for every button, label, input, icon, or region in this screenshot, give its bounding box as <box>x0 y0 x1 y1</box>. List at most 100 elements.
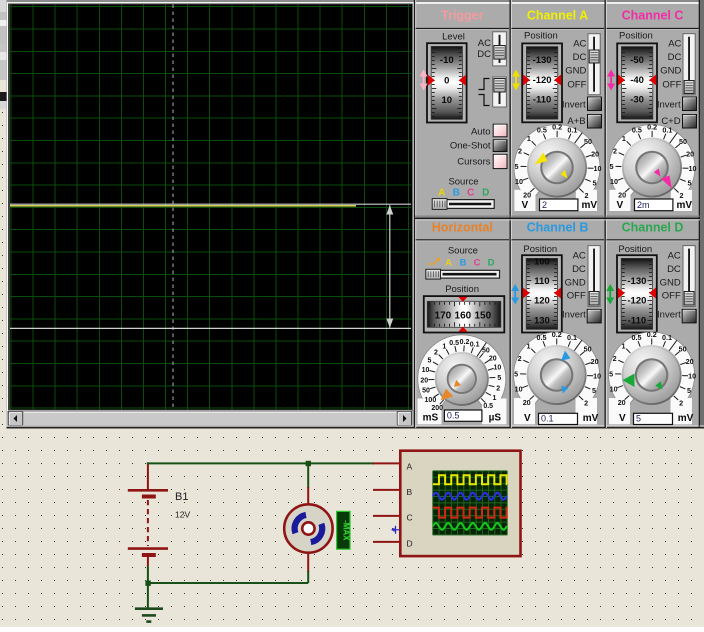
svg-text:10: 10 <box>688 371 696 380</box>
svg-text:200: 200 <box>431 405 443 412</box>
svg-text:0.1: 0.1 <box>470 341 480 348</box>
svg-text:AC: AC <box>668 251 681 262</box>
svg-text:1: 1 <box>622 134 626 143</box>
svg-text:µS: µS <box>489 412 502 423</box>
svg-text:mV: mV <box>583 413 599 424</box>
svg-text:V: V <box>524 413 531 424</box>
svg-text:1: 1 <box>442 343 446 350</box>
svg-text:0: 0 <box>444 76 449 87</box>
svg-text:20: 20 <box>618 398 626 407</box>
svg-text:Cursors: Cursors <box>457 157 491 168</box>
svg-text:2: 2 <box>518 354 522 363</box>
svg-text:20: 20 <box>591 149 599 158</box>
svg-text:GND: GND <box>660 277 681 288</box>
svg-text:50: 50 <box>422 388 430 395</box>
svg-text:2: 2 <box>542 200 547 210</box>
svg-text:10: 10 <box>442 95 453 106</box>
svg-text:5: 5 <box>609 369 613 378</box>
svg-text:AC: AC <box>478 38 491 49</box>
svg-text:Level: Level <box>442 32 465 43</box>
svg-text:2: 2 <box>584 191 588 200</box>
svg-text:One-Shot: One-Shot <box>450 141 491 152</box>
svg-text:10: 10 <box>610 177 618 186</box>
svg-text:B: B <box>407 487 413 497</box>
svg-text:170: 170 <box>435 310 452 321</box>
svg-text:Invert: Invert <box>562 310 586 321</box>
svg-text:12V: 12V <box>175 510 190 520</box>
svg-text:0.5: 0.5 <box>631 333 641 342</box>
svg-text:100: 100 <box>425 397 437 404</box>
svg-text:10: 10 <box>688 164 696 173</box>
svg-text:0.5: 0.5 <box>537 126 547 135</box>
svg-text:-120: -120 <box>627 296 646 307</box>
svg-text:130: 130 <box>534 316 550 327</box>
svg-text:5: 5 <box>497 375 501 382</box>
svg-text:10: 10 <box>593 164 601 173</box>
svg-text:-120: -120 <box>533 75 552 86</box>
svg-text:C: C <box>407 513 413 523</box>
svg-text:10: 10 <box>515 177 523 186</box>
svg-text:D: D <box>488 258 495 269</box>
svg-text:DC: DC <box>667 264 681 275</box>
svg-text:0.2: 0.2 <box>647 330 657 339</box>
svg-text:0.1: 0.1 <box>541 414 554 424</box>
svg-text:2: 2 <box>584 398 588 407</box>
svg-text:5: 5 <box>687 179 691 188</box>
svg-text:Invert: Invert <box>657 310 681 321</box>
svg-text:20: 20 <box>523 190 531 199</box>
svg-text:0.5: 0.5 <box>449 340 459 347</box>
svg-text:V: V <box>619 413 626 424</box>
svg-text:Position: Position <box>523 244 557 255</box>
svg-text:Position: Position <box>524 31 558 42</box>
svg-text:B: B <box>453 187 460 198</box>
svg-text:Source: Source <box>448 176 478 187</box>
svg-text:0.2: 0.2 <box>552 123 562 132</box>
svg-text:Channel A: Channel A <box>527 9 588 23</box>
svg-text:1: 1 <box>621 341 625 350</box>
svg-text:A: A <box>445 258 452 269</box>
svg-text:mV: mV <box>582 200 598 211</box>
svg-text:1: 1 <box>493 395 497 402</box>
svg-text:10: 10 <box>422 367 430 374</box>
svg-text:Auto: Auto <box>471 126 491 137</box>
svg-text:10: 10 <box>515 385 523 394</box>
svg-text:2: 2 <box>613 354 617 363</box>
svg-text:-MAX: -MAX <box>341 520 350 541</box>
svg-text:A: A <box>438 187 445 198</box>
svg-text:0.2: 0.2 <box>552 330 562 339</box>
svg-text:2m: 2m <box>637 200 650 210</box>
svg-text:5: 5 <box>636 414 641 424</box>
svg-text:-130: -130 <box>627 276 646 287</box>
svg-text:AC: AC <box>573 251 586 262</box>
svg-text:5: 5 <box>428 357 432 364</box>
svg-text:AC: AC <box>668 39 681 50</box>
svg-text:DC: DC <box>572 264 586 275</box>
svg-text:DC: DC <box>573 52 587 63</box>
svg-text:Horizontal: Horizontal <box>432 221 493 235</box>
svg-text:50: 50 <box>679 137 687 146</box>
svg-text:0.2: 0.2 <box>460 339 470 346</box>
svg-text:0.1: 0.1 <box>662 126 672 135</box>
svg-text:20: 20 <box>489 355 497 362</box>
svg-text:-50: -50 <box>630 55 644 66</box>
svg-text:50: 50 <box>584 137 592 146</box>
svg-text:0.5: 0.5 <box>632 126 642 135</box>
svg-text:2: 2 <box>613 147 617 156</box>
svg-text:-10: -10 <box>440 55 454 66</box>
svg-text:GND: GND <box>565 66 586 77</box>
svg-text:160: 160 <box>455 310 472 321</box>
svg-text:GND: GND <box>565 277 586 288</box>
svg-text:Channel D: Channel D <box>622 221 684 235</box>
svg-text:150: 150 <box>474 310 491 321</box>
svg-text:OFF: OFF <box>662 79 681 90</box>
svg-text:Trigger: Trigger <box>441 9 484 23</box>
svg-text:50: 50 <box>482 348 490 355</box>
svg-text:5: 5 <box>687 386 691 395</box>
svg-text:0.1: 0.1 <box>567 333 577 342</box>
svg-text:2: 2 <box>518 147 522 156</box>
svg-text:Invert: Invert <box>562 100 586 111</box>
svg-text:-110: -110 <box>628 316 647 327</box>
svg-text:2: 2 <box>679 191 683 200</box>
svg-text:5: 5 <box>514 369 518 378</box>
svg-text:mV: mV <box>677 200 693 211</box>
